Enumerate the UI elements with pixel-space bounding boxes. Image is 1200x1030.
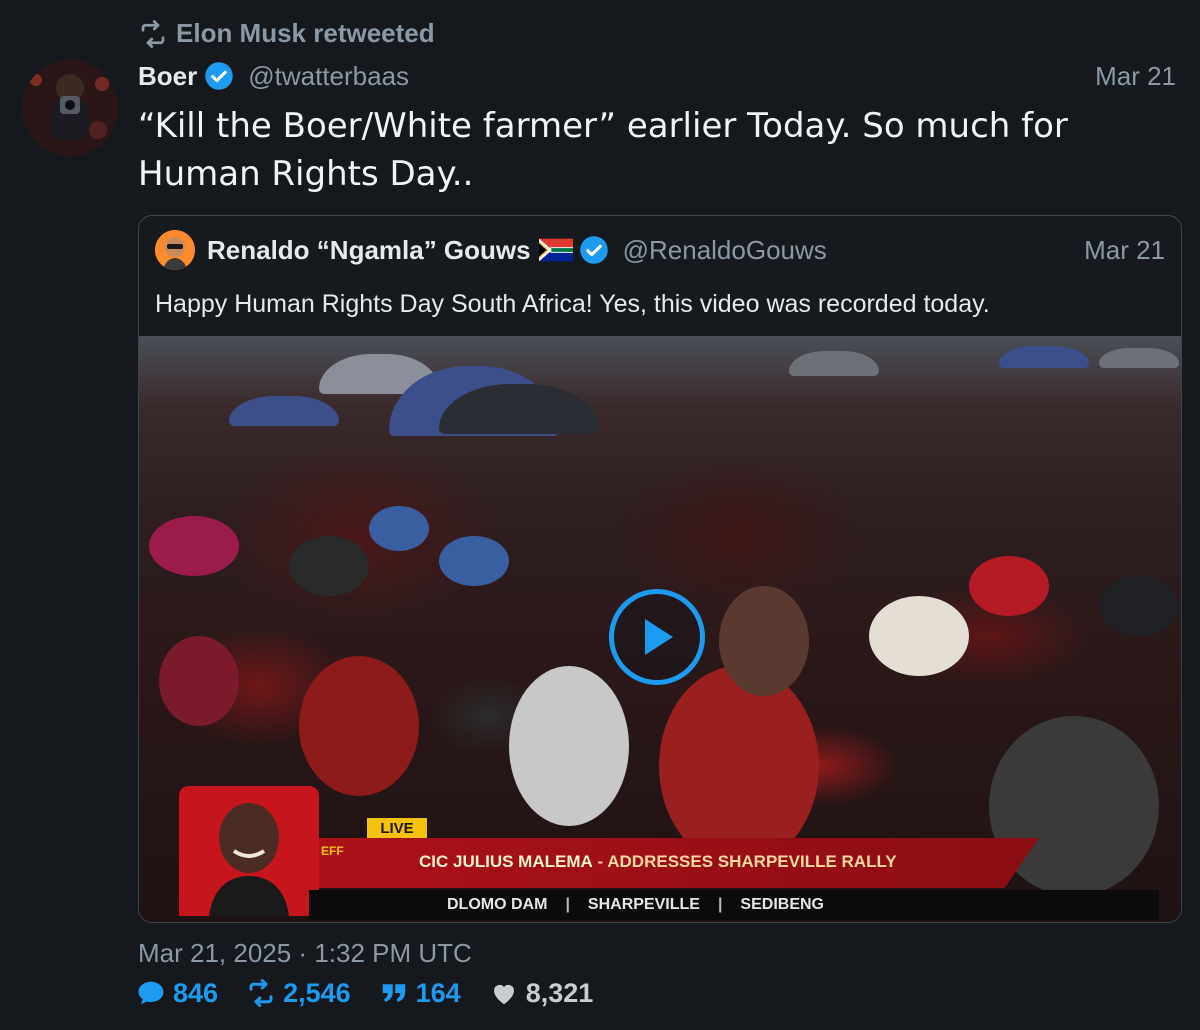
crowd-umbrella [229, 396, 339, 426]
headline-name: CIC JULIUS MALEMA [419, 852, 593, 871]
tweet-date[interactable]: Mar 21 [1095, 61, 1176, 92]
crowd-figure [369, 506, 429, 551]
location-separator: | [717, 896, 723, 913]
crowd-figure [439, 536, 509, 586]
verified-badge-icon [579, 236, 608, 264]
verified-badge-icon [205, 62, 233, 90]
retweet-icon [249, 979, 273, 1007]
heart-icon [493, 984, 514, 1005]
south-africa-flag-icon [538, 238, 573, 262]
tweet-text: “Kill the Boer/White farmer” earlier Tod… [138, 102, 1138, 198]
tweet-timestamp[interactable]: Mar 21, 2025 · 1:32 PM UTC [138, 938, 472, 969]
location-part: SHARPEVILLE [587, 896, 700, 913]
quote-count-value: 164 [415, 977, 461, 1008]
play-button[interactable] [609, 589, 705, 685]
crowd-figure [289, 536, 369, 596]
quoted-tweet-date[interactable]: Mar 21 [1084, 235, 1165, 266]
tweet-text-line: “Kill the Boer/White farmer” earlier Tod… [138, 106, 1068, 146]
video-player[interactable]: LIVE EFF CIC JULIUS MALEMA - ADDRESSES S… [139, 336, 1181, 922]
quote-count[interactable]: 164 [379, 978, 461, 1009]
lower-third-location-bar: DLOMO DAM | SHARPEVILLE | SEDIBENG [309, 890, 1159, 920]
headline-rest: - ADDRESSES SHARPEVILLE RALLY [592, 852, 897, 871]
party-label: EFF [321, 844, 344, 858]
play-icon [645, 619, 673, 655]
quoted-author-handle[interactable]: @RenaldoGouws [623, 235, 827, 266]
retweet-text: Elon Musk retweeted [176, 18, 435, 48]
quoted-author-avatar[interactable] [155, 230, 195, 270]
crowd-figure [149, 516, 239, 576]
crowd-figure [969, 556, 1049, 616]
author-handle[interactable]: @twatterbaas [248, 61, 409, 92]
reply-count[interactable]: 846 [136, 978, 218, 1009]
tweet-header: Boer @twatterbaas Mar 21 [138, 58, 1176, 94]
retweet-count[interactable]: 2,546 [246, 978, 351, 1009]
reply-icon [138, 981, 164, 1005]
like-count[interactable]: 8,321 [489, 977, 594, 1009]
quoted-tweet-text: Happy Human Rights Day South Africa! Yes… [155, 290, 990, 318]
quoted-tweet[interactable]: Renaldo “Ngamla” Gouws @RenaldoGouws Mar… [138, 215, 1182, 923]
live-badge: LIVE [367, 818, 427, 838]
location-part: SEDIBENG [740, 896, 824, 913]
author-name[interactable]: Boer [138, 61, 197, 92]
speaker-photo [179, 786, 319, 916]
tweet-text-line: Human Rights Day.. [138, 154, 474, 194]
crowd-umbrella [1099, 348, 1179, 368]
reply-count-value: 846 [173, 977, 219, 1008]
author-avatar[interactable] [22, 60, 118, 156]
crowd-figure [159, 636, 239, 726]
quoted-tweet-header: Renaldo “Ngamla” Gouws @RenaldoGouws Mar… [155, 230, 1165, 270]
location-part: DLOMO DAM [447, 896, 548, 913]
retweet-icon [141, 19, 165, 48]
like-count-value: 8,321 [525, 977, 594, 1008]
news-lower-third: LIVE EFF CIC JULIUS MALEMA - ADDRESSES S… [139, 766, 1181, 922]
engagement-stats: 846 2,546 164 8,321 [136, 976, 593, 1010]
retweet-indicator: Elon Musk retweeted [138, 18, 435, 49]
crowd-umbrella [789, 351, 879, 376]
location-separator: | [565, 896, 570, 913]
crowd-figure [719, 586, 809, 696]
crowd-figure [869, 596, 969, 676]
crowd-umbrella [999, 346, 1089, 368]
quoted-author-name[interactable]: Renaldo “Ngamla” Gouws [207, 235, 531, 266]
crowd-figure [1099, 576, 1179, 636]
lower-third-headline: CIC JULIUS MALEMA - ADDRESSES SHARPEVILL… [419, 852, 897, 872]
retweet-count-value: 2,546 [283, 977, 351, 1008]
quote-icon [382, 984, 405, 1002]
